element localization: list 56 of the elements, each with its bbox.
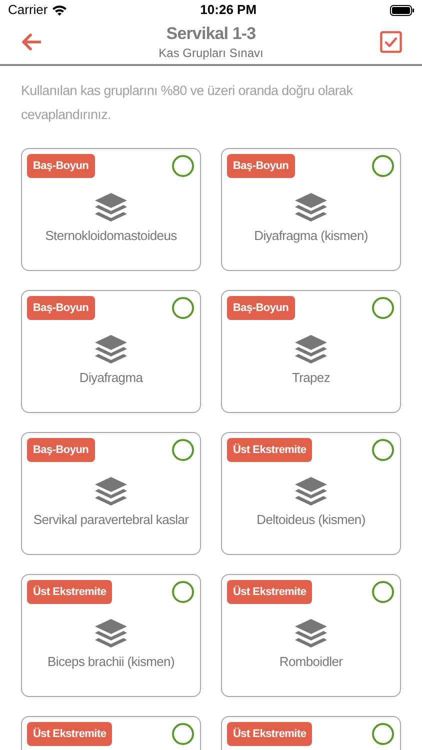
layers-icon bbox=[95, 619, 127, 650]
muscle-name: Diyafragma (kismen) bbox=[253, 227, 369, 245]
layers-icon bbox=[295, 619, 327, 650]
muscle-card[interactable]: Üst Ekstremite bbox=[21, 716, 201, 750]
instructions-text: Kullanılan kas gruplarını %80 ve üzeri oranda doğru olarak cevaplandırınız. bbox=[20, 82, 354, 124]
radio-button[interactable] bbox=[372, 439, 394, 461]
clock-time: 10:26 PM bbox=[200, 1, 257, 20]
radio-button[interactable] bbox=[372, 155, 394, 177]
muscle-name: Trapez bbox=[290, 369, 332, 387]
muscle-card[interactable]: Baş-Boyun Sternokloidomastoideus bbox=[21, 148, 201, 271]
category-tag: Baş-Boyun bbox=[227, 296, 295, 320]
layers-icon bbox=[95, 335, 127, 366]
layers-icon bbox=[295, 193, 327, 224]
radio-button[interactable] bbox=[172, 155, 194, 177]
muscle-card[interactable]: Baş-Boyun Servikal paravertebral kaslar bbox=[21, 432, 201, 555]
muscle-card[interactable]: Üst Ekstremite bbox=[221, 716, 401, 750]
muscle-name: Diyafragma bbox=[78, 369, 144, 387]
category-tag: Üst Ekstremite bbox=[27, 722, 112, 746]
category-tag: Baş-Boyun bbox=[227, 154, 295, 178]
category-tag: Üst Ekstremite bbox=[27, 580, 112, 604]
layers-icon bbox=[95, 477, 127, 508]
muscle-card[interactable]: Üst Ekstremite Romboidler bbox=[221, 574, 401, 697]
muscle-name: Servikal paravertebral kaslar bbox=[32, 511, 190, 529]
category-tag: Üst Ekstremite bbox=[227, 438, 312, 462]
muscle-card[interactable]: Üst Ekstremite Biceps brachii (kismen) bbox=[21, 574, 201, 697]
screen-title: Servikal 1-3 bbox=[166, 23, 256, 45]
muscle-name: Sternokloidomastoideus bbox=[44, 227, 178, 245]
muscle-card[interactable]: Üst Ekstremite Deltoideus (kismen) bbox=[221, 432, 401, 555]
layers-icon bbox=[95, 193, 127, 224]
muscle-card[interactable]: Baş-Boyun Trapez bbox=[221, 290, 401, 413]
wifi-icon bbox=[52, 4, 67, 16]
layers-icon bbox=[295, 477, 327, 508]
category-tag: Üst Ekstremite bbox=[227, 580, 312, 604]
category-tag: Üst Ekstremite bbox=[227, 722, 312, 746]
submit-button[interactable] bbox=[378, 29, 404, 55]
muscle-name: Romboidler bbox=[278, 653, 344, 671]
radio-button[interactable] bbox=[172, 297, 194, 319]
radio-button[interactable] bbox=[372, 581, 394, 603]
back-arrow-icon bbox=[21, 33, 41, 51]
muscle-card[interactable]: Baş-Boyun Diyafragma bbox=[21, 290, 201, 413]
screen-subtitle: Kas Grupları Sınavı bbox=[158, 45, 264, 61]
category-tag: Baş-Boyun bbox=[27, 296, 95, 320]
radio-button[interactable] bbox=[172, 439, 194, 461]
radio-button[interactable] bbox=[172, 581, 194, 603]
battery-icon bbox=[390, 4, 414, 16]
radio-button[interactable] bbox=[372, 297, 394, 319]
carrier-label: Carrier bbox=[8, 1, 48, 20]
radio-button[interactable] bbox=[372, 723, 394, 745]
category-tag: Baş-Boyun bbox=[27, 438, 95, 462]
muscle-card[interactable]: Baş-Boyun Diyafragma (kismen) bbox=[221, 148, 401, 271]
category-tag: Baş-Boyun bbox=[27, 154, 95, 178]
layers-icon bbox=[295, 335, 327, 366]
muscle-name: Biceps brachii (kismen) bbox=[46, 653, 176, 671]
muscle-name: Deltoideus (kismen) bbox=[256, 511, 366, 529]
checkbox-icon bbox=[380, 31, 402, 53]
radio-button[interactable] bbox=[172, 723, 194, 745]
